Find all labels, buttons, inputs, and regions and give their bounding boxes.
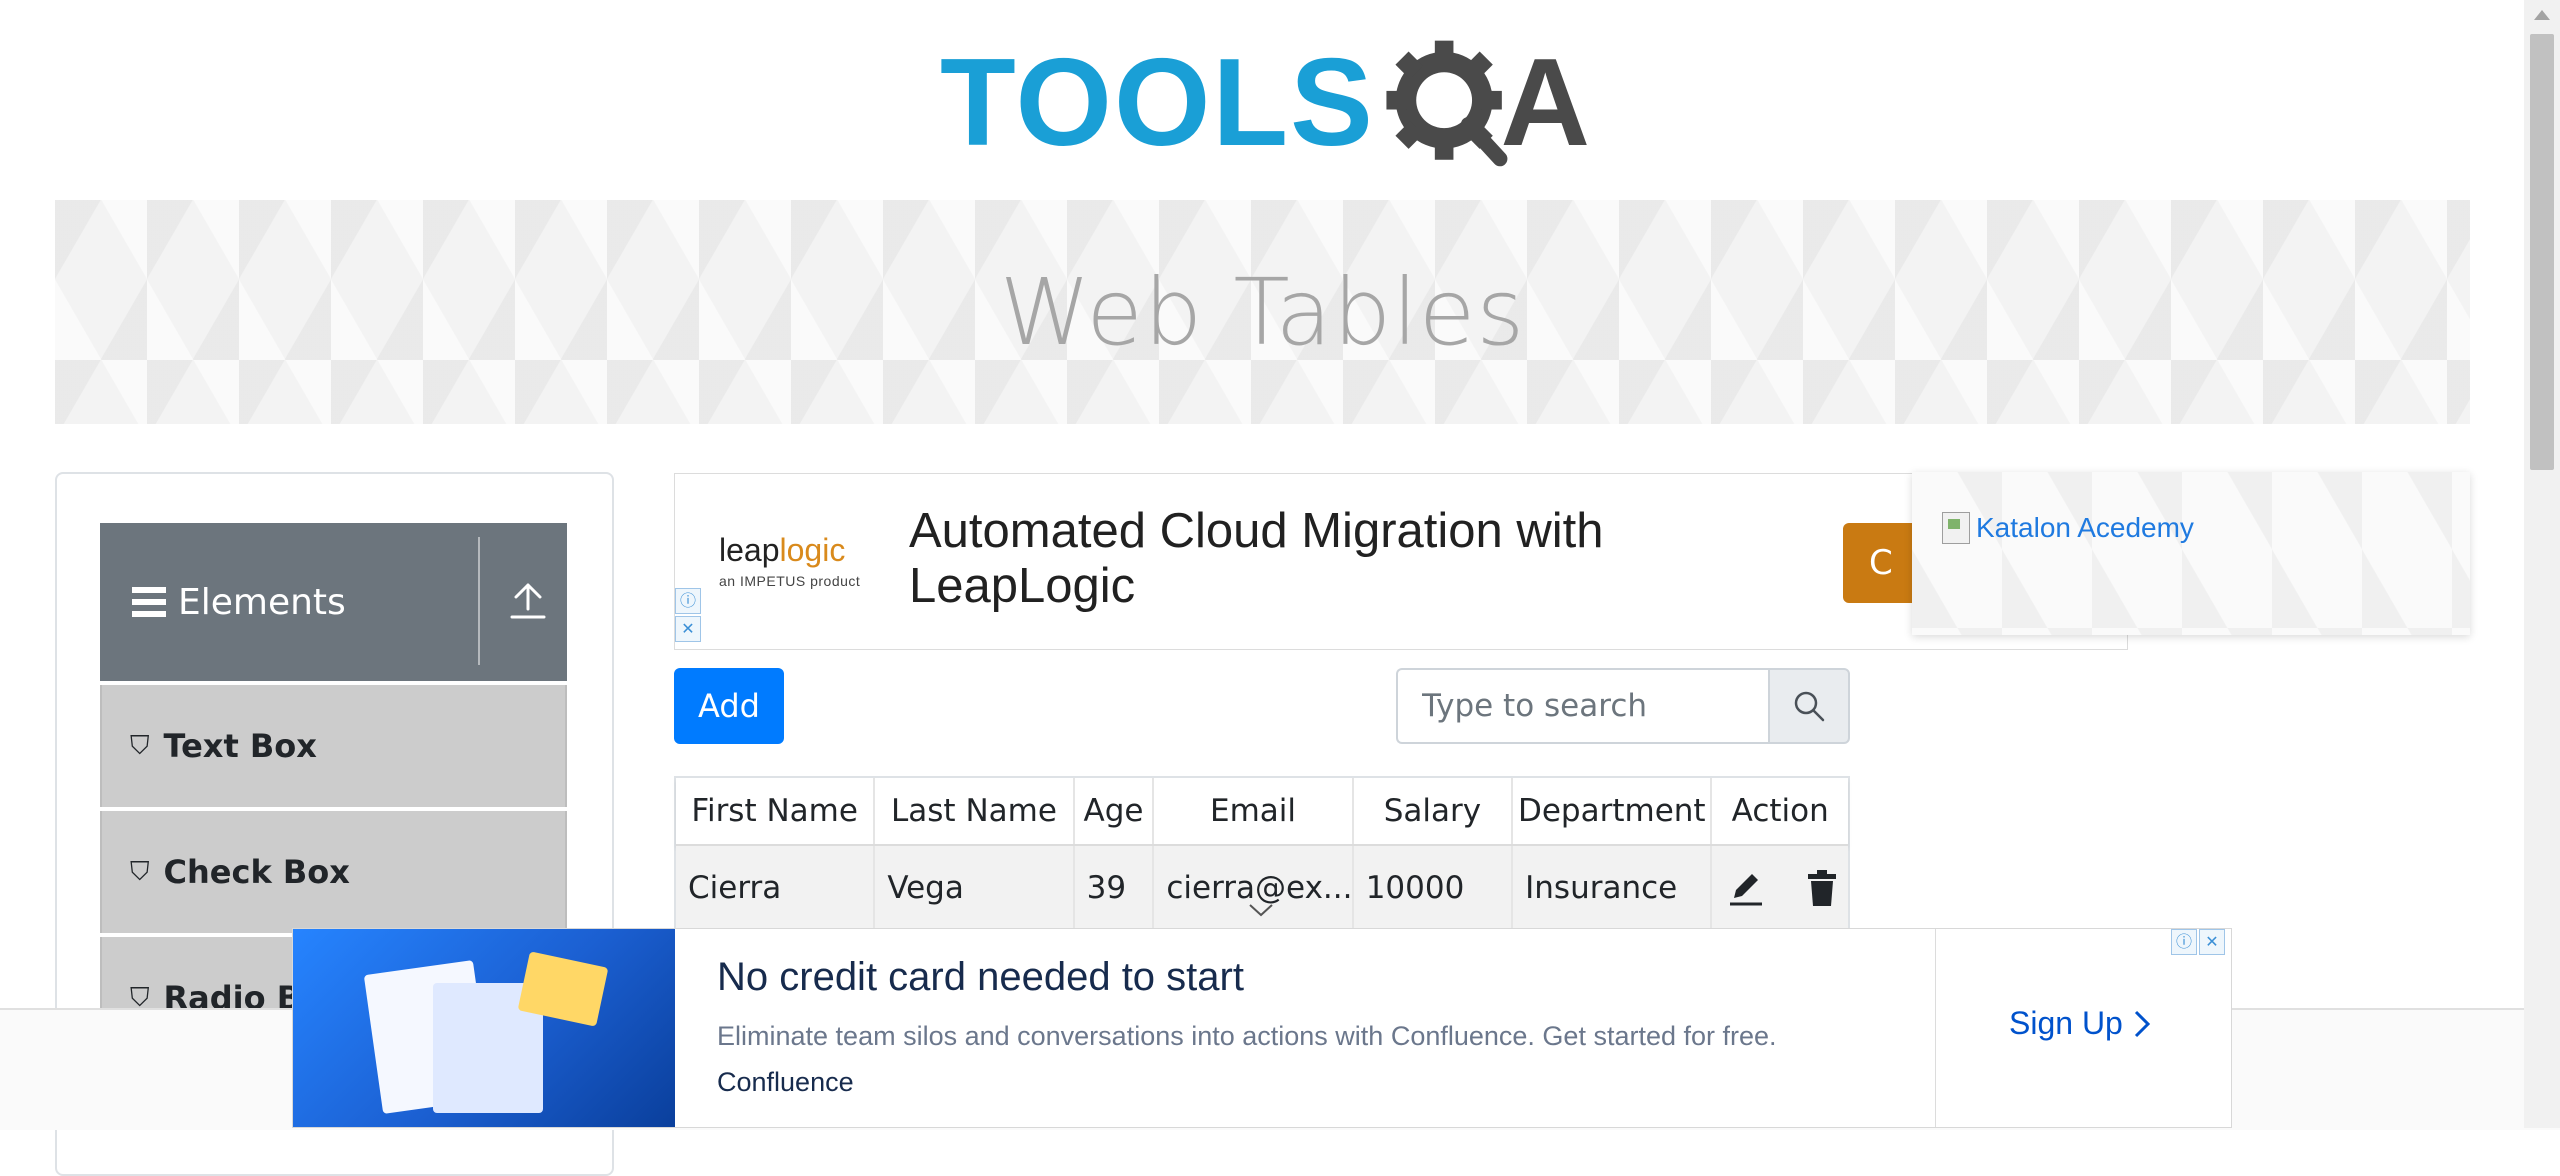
gear-magnifier-icon <box>1386 40 1508 167</box>
search-input[interactable] <box>1396 668 1768 744</box>
search-box <box>1396 668 1850 744</box>
column-header-salary[interactable]: Salary <box>1354 778 1514 844</box>
ad-advertiser: Confluence <box>717 1067 854 1097</box>
menu-icon <box>132 587 166 617</box>
brand-sub: an IMPETUS product <box>719 573 861 589</box>
cell-age: 39 <box>1075 846 1155 930</box>
sidebar-group-label: Elements <box>178 581 346 623</box>
katalon-link-text: Katalon Acedemy <box>1976 512 2194 543</box>
toolsqa-logo[interactable]: TOOLS A <box>940 28 1590 178</box>
column-header-last-name[interactable]: Last Name <box>875 778 1075 844</box>
column-header-action[interactable]: Action <box>1712 778 1848 844</box>
page-scrollbar[interactable] <box>2524 0 2560 1128</box>
chevron-down-icon[interactable] <box>1248 902 1274 918</box>
ad-close-icon[interactable]: ✕ <box>2199 929 2225 955</box>
column-header-email[interactable]: Email <box>1154 778 1354 844</box>
cell-last-name: Vega <box>875 846 1075 930</box>
brand-accent: logic <box>779 532 846 568</box>
sign-up-label: Sign Up <box>2009 1005 2123 1041</box>
katalon-link[interactable]: Katalon Acedemy <box>1942 512 2194 544</box>
group-divider <box>478 537 480 665</box>
ad-title: No credit card needed to start <box>717 955 1244 999</box>
column-header-age[interactable]: Age <box>1075 778 1155 844</box>
cell-department: Insurance <box>1513 846 1713 930</box>
table-header: First Name Last Name Age Email Salary De… <box>676 778 1848 846</box>
page-title: Web Tables <box>999 258 1526 366</box>
sidebar-item-label: Text Box <box>163 727 317 765</box>
leaplogic-logo: leaplogic an IMPETUS product <box>719 532 860 589</box>
upload-icon[interactable] <box>508 579 548 623</box>
ad-headline: Automated Cloud Migration with LeapLogic <box>909 504 1604 613</box>
page-banner: Web Tables <box>55 200 2470 424</box>
ad-illustration <box>293 929 675 1127</box>
cell-salary: 10000 <box>1354 846 1514 930</box>
column-header-first-name[interactable]: First Name <box>676 778 876 844</box>
sidebar-item-text-box[interactable]: ⛉ Text Box <box>100 685 567 807</box>
logo-letter-a: A <box>1500 34 1590 172</box>
ad-close-icon[interactable]: ✕ <box>675 616 701 642</box>
cell-action <box>1712 846 1848 930</box>
html5-icon: ⛉ <box>130 856 150 887</box>
chevron-right-icon <box>2134 1010 2150 1037</box>
broken-image-icon <box>1942 512 1970 544</box>
html5-icon: ⛉ <box>130 730 150 761</box>
sidebar-item-label: Check Box <box>163 853 350 891</box>
column-header-department[interactable]: Department <box>1513 778 1713 844</box>
bottom-ad-banner[interactable]: No credit card needed to start Eliminate… <box>292 928 2232 1128</box>
sign-up-link[interactable]: Sign Up <box>2009 1005 2151 1042</box>
sidebar-item-check-box[interactable]: ⛉ Check Box <box>100 811 567 933</box>
sidebar-group-elements[interactable]: Elements <box>100 523 567 681</box>
ad-info-icon[interactable]: ⓘ <box>2171 929 2197 955</box>
scroll-up-arrow-icon[interactable] <box>2534 10 2550 20</box>
search-icon <box>1794 691 1825 722</box>
delete-icon[interactable] <box>1804 868 1840 908</box>
ad-description: Eliminate team silos and conversations i… <box>717 1021 1777 1051</box>
brand-name: leap <box>719 532 780 568</box>
katalon-ad[interactable]: Katalon Acedemy <box>1912 472 2470 635</box>
logo-text: TOOLS <box>940 34 1375 172</box>
add-button[interactable]: Add <box>674 668 784 744</box>
ad-divider <box>1935 929 1936 1127</box>
scrollbar-thumb[interactable] <box>2530 34 2554 470</box>
cell-first-name: Cierra <box>676 846 876 930</box>
ad-info-icon[interactable]: ⓘ <box>675 588 701 614</box>
top-ad-banner[interactable]: leaplogic an IMPETUS product Automated C… <box>674 473 2128 650</box>
search-button[interactable] <box>1768 668 1850 744</box>
edit-icon[interactable] <box>1726 868 1766 908</box>
